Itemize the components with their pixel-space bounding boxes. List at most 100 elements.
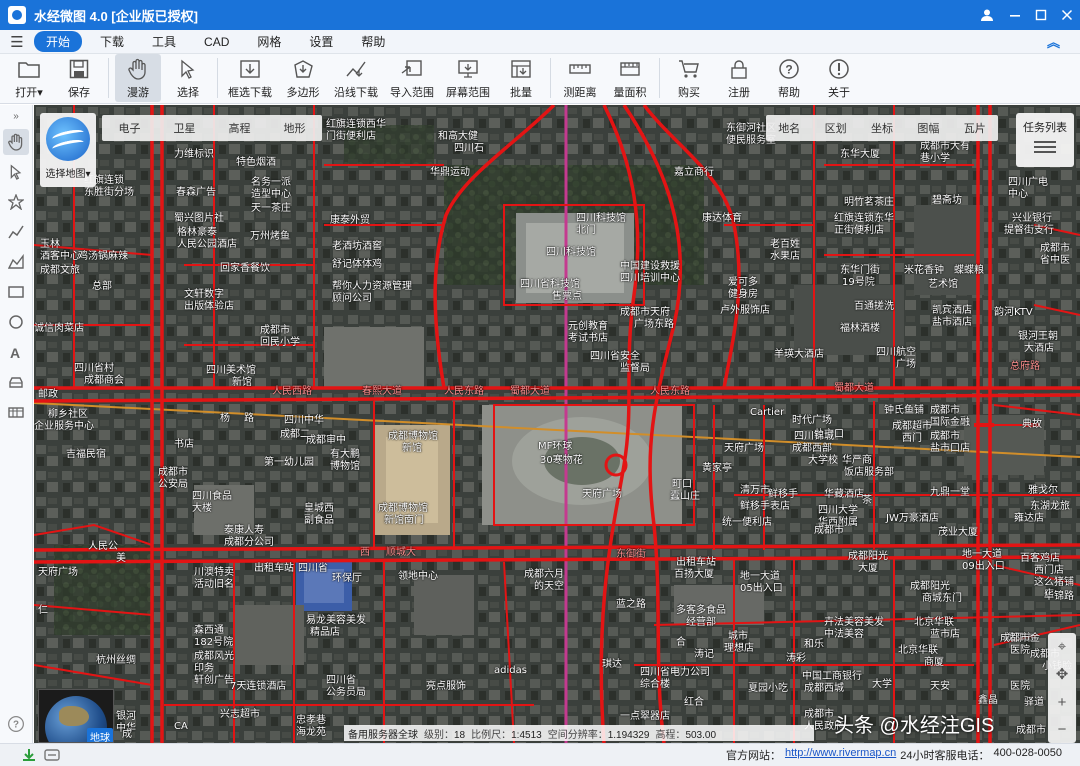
poi-label: 合 [676,637,686,648]
maximize-icon[interactable] [1028,0,1054,30]
window-title: 水经微图 4.0 [企业版已授权] [34,8,198,24]
poi-label: 成都阳光 [848,551,888,562]
pan-tool-icon[interactable] [3,129,29,155]
add-text-icon[interactable]: A [3,339,29,365]
poi-label: 大楼 [192,503,212,514]
menu-help[interactable]: 帮助 [351,31,395,52]
draw-line-icon[interactable] [3,219,29,245]
select-button[interactable]: 选择 [165,54,211,102]
poi-label: 中法美容 [824,629,864,640]
line-download-button[interactable]: 沿线下载 [330,54,382,102]
poi-label: 成都市 [1040,243,1070,254]
help-button[interactable]: ? 帮助 [766,54,812,102]
poi-label: adidas [494,665,527,676]
polygon-download-button[interactable]: 多边形 [280,54,326,102]
tab-terrain[interactable]: 地形 [284,120,306,136]
help-circle-icon[interactable]: ? [3,711,29,737]
title-bar: 水经微图 4.0 [企业版已授权] [0,0,1080,30]
tab-map-sheet[interactable]: 图幅 [917,120,939,136]
poi-label: 总部 [92,281,112,292]
poi-label: 红旗连锁西华 [326,119,386,130]
watermark-text: 头条 @水经注GIS [834,715,995,737]
menu-settings[interactable]: 设置 [299,31,343,52]
task-list-button[interactable]: 任务列表 [1016,113,1074,167]
lock-icon [727,58,751,80]
about-button[interactable]: 关于 [816,54,862,102]
close-icon[interactable] [1054,0,1080,30]
poi-label: 四川食品 [192,491,232,502]
tab-elevation[interactable]: 高程 [229,120,251,136]
poi-label: 亮点服饰 [426,681,466,692]
map-view[interactable]: 力维标识 特色烟酒 春森广告 名务一派 造型中心 天一茶庄 红旗连锁 东胜街分场 蜀兴图片社 格林… [34,105,1080,743]
import-icon [400,58,424,80]
road-label: 顺城大 [386,547,416,558]
tab-coordinates[interactable]: 坐标 [871,120,893,136]
poi-label: 轩创广告 [194,675,234,686]
globe-icon [46,117,90,161]
download-arrow-icon[interactable] [22,748,36,762]
select-tool-icon[interactable] [3,159,29,185]
tab-satellite[interactable]: 卫星 [174,120,196,136]
tab-place-names[interactable]: 地名 [778,120,800,136]
minimize-icon[interactable] [1002,0,1028,30]
box-download-button[interactable]: 框选下载 [224,54,276,102]
menu-tools[interactable]: 工具 [142,31,186,52]
mark-point-icon[interactable] [3,189,29,215]
locate-icon[interactable]: ⌖ [1058,638,1066,655]
poi-label: 成都六月 [524,569,564,580]
draw-rectangle-icon[interactable] [3,279,29,305]
expand-sidebar-icon[interactable]: » [3,107,29,125]
user-icon[interactable] [972,0,1002,30]
menu-start[interactable]: 开始 [34,31,83,52]
measure-area-button[interactable]: 量面积 [607,54,653,102]
list-icon [1034,141,1056,153]
screen-range-button[interactable]: 屏幕范围 [442,54,494,102]
poi-label: 成都市 [158,467,188,478]
overview-map[interactable]: 地球 [38,689,114,743]
tab-tiles[interactable]: 瓦片 [964,120,986,136]
draw-polygon-icon[interactable] [3,249,29,275]
toolbar-divider [550,58,551,98]
poi-label: 门街便利店 [326,131,376,142]
poi-label: 广场 [896,359,916,370]
hamburger-menu-icon[interactable]: ☰ [0,33,34,51]
collapse-ribbon-icon[interactable]: ︽ [1047,32,1060,51]
menu-download[interactable]: 下载 [90,31,134,52]
website-link[interactable]: http://www.rivermap.cn [785,747,896,763]
poi-label: 北京华联 [914,617,954,628]
menu-cad[interactable]: CAD [194,33,239,51]
poi-label: 力维标识 [174,149,214,160]
elevation-value: 503.00 [685,729,717,741]
compass-icon[interactable]: ✥ [1056,665,1069,683]
save-button[interactable]: 保存 [56,54,102,102]
register-button[interactable]: 注册 [716,54,762,102]
menu-grid[interactable]: 网格 [247,31,291,52]
poi-label: 健身房 [728,289,758,300]
batch-button[interactable]: 批量 [498,54,544,102]
poi-label: 盐市口店 [930,443,970,454]
pan-button[interactable]: 漫游 [115,54,161,102]
measure-distance-button[interactable]: 测距离 [557,54,603,102]
poi-label: 雍达店 [1014,513,1044,524]
car-route-icon[interactable] [3,369,29,395]
server-name: 备用服务器全球 [348,729,418,741]
task-manager-icon[interactable] [44,748,60,762]
toolbar-divider [108,58,109,98]
buy-button[interactable]: 购买 [666,54,712,102]
map-source-selector[interactable]: 选择地图▾ [40,113,96,187]
tab-admin-division[interactable]: 区划 [825,120,847,136]
zoom-out-icon[interactable]: − [1058,721,1067,738]
hotline-label: 24小时客服电话： [900,750,990,762]
poi-label: 成都市金 [1000,633,1040,644]
help-icon: ? [777,58,801,80]
draw-circle-icon[interactable] [3,309,29,335]
tab-electronic[interactable]: 电子 [119,120,141,136]
poi-label: 回家香餐饮 [220,263,270,274]
scale-label: 比例尺： [471,729,512,741]
poi-label: 新馆南门 [384,515,424,526]
poi-label: 爱可多 [728,277,758,288]
zoom-in-icon[interactable]: + [1058,694,1067,711]
open-button[interactable]: 打开▾ [6,54,52,102]
layers-icon[interactable] [3,399,29,425]
import-range-button[interactable]: 导入范围 [386,54,438,102]
